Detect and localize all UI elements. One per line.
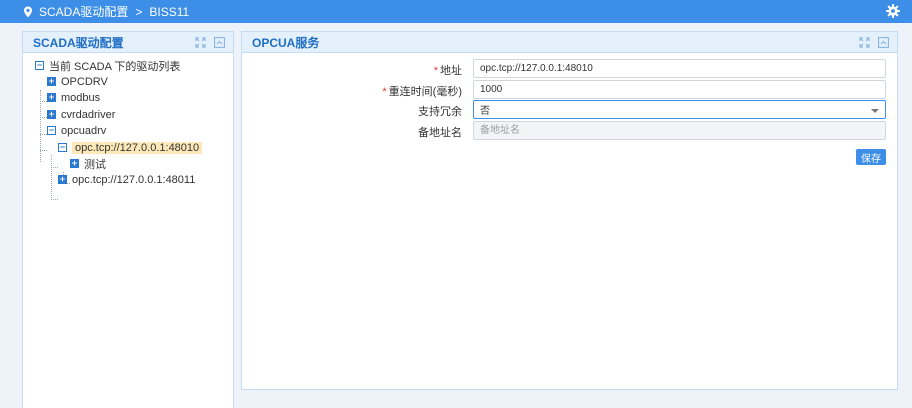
tree-connector [51, 167, 58, 168]
tree-item-modbus[interactable]: + modbus [47, 90, 100, 105]
expand-toggle-icon[interactable]: + [47, 93, 56, 102]
save-button[interactable]: 保存 [856, 149, 886, 165]
gear-icon[interactable] [886, 4, 900, 18]
tree-item-label[interactable]: opcuadrv [61, 125, 106, 137]
opcua-service-panel: OPCUA服务 *地址 *重连时间(毫秒) 支持冗余 否 备地址名 保存 [241, 31, 898, 390]
tree-item-opcdrv[interactable]: + OPCDRV [47, 74, 108, 89]
chevron-down-icon [871, 109, 879, 113]
tree-connector [40, 134, 47, 135]
breadcrumb-scada-driver-config[interactable]: SCADA驱动配置 [39, 3, 128, 20]
required-mark: * [433, 65, 438, 77]
backup-address-input[interactable] [473, 121, 886, 140]
form-row-redundancy: 支持冗余 否 [242, 100, 899, 120]
expand-toggle-icon[interactable]: + [58, 175, 67, 184]
tree-item-opcuadrv[interactable]: − opcuadrv [47, 123, 106, 138]
form-row-address: * 地址 [242, 59, 899, 79]
tree-item-opc-48010[interactable]: − opc.tcp://127.0.0.1:48010 [58, 140, 203, 155]
redundancy-selected-value: 否 [480, 106, 490, 117]
top-header-bar: SCADA驱动配置 > BISS11 [0, 0, 912, 23]
tree-item-cvrdadriver[interactable]: + cvrdadriver [47, 107, 115, 122]
reconnect-label-text: 重连时间(毫秒) [388, 86, 462, 98]
tree-item-opc-48011[interactable]: + opc.tcp://127.0.0.1:48011 [58, 172, 195, 187]
form-row-reconnect: * 重连时间(毫秒) [242, 80, 899, 100]
panel-title: OPCUA服务 [252, 35, 320, 50]
collapse-toggle-icon[interactable]: − [58, 143, 67, 152]
driver-tree-panel: SCADA驱动配置 − 当前 SCADA 下的驱动列表 + OPCDRV + m… [22, 31, 234, 408]
address-label-text: 地址 [440, 65, 462, 77]
tree-connector [40, 150, 47, 151]
expand-toggle-icon[interactable]: + [47, 77, 56, 86]
required-mark: * [382, 86, 387, 98]
expand-icon[interactable] [859, 37, 870, 48]
tree-item-label-selected[interactable]: opc.tcp://127.0.0.1:48010 [72, 141, 203, 154]
breadcrumb-separator: > [135, 4, 143, 19]
tree-connector [51, 155, 52, 200]
tree-root-label[interactable]: 当前 SCADA 下的驱动列表 [49, 58, 180, 74]
expand-toggle-icon[interactable]: + [47, 110, 56, 119]
address-label: * 地址 [434, 62, 462, 78]
tree-connector [51, 199, 58, 200]
reconnect-label: * 重连时间(毫秒) [382, 83, 462, 99]
collapse-icon[interactable] [214, 37, 225, 48]
panel-header: SCADA驱动配置 [23, 32, 233, 53]
expand-toggle-icon[interactable]: + [70, 159, 79, 168]
form-row-backup-address: 备地址名 [242, 121, 899, 141]
panel-title: SCADA驱动配置 [33, 35, 124, 50]
tree-item-label[interactable]: 测试 [84, 156, 106, 172]
collapse-icon[interactable] [878, 37, 889, 48]
tree-item-label[interactable]: opc.tcp://127.0.0.1:48011 [72, 174, 195, 186]
tree-item-label[interactable]: cvrdadriver [61, 109, 115, 121]
redundancy-label: 支持冗余 [418, 106, 462, 118]
expand-icon[interactable] [195, 37, 206, 48]
reconnect-time-input[interactable] [473, 80, 886, 99]
collapse-toggle-icon[interactable]: − [35, 61, 44, 70]
redundancy-select[interactable]: 否 [473, 100, 886, 119]
driver-tree: − 当前 SCADA 下的驱动列表 + OPCDRV + modbus + cv… [23, 53, 233, 393]
tree-item-label[interactable]: modbus [61, 92, 100, 104]
tree-root-node[interactable]: − 当前 SCADA 下的驱动列表 [35, 58, 180, 73]
collapse-toggle-icon[interactable]: − [47, 126, 56, 135]
tree-item-test[interactable]: + 测试 [70, 156, 106, 171]
address-input[interactable] [473, 59, 886, 78]
map-pin-icon [24, 6, 32, 17]
tree-connector [40, 101, 47, 102]
tree-item-label[interactable]: OPCDRV [61, 76, 108, 88]
panel-header: OPCUA服务 [242, 32, 897, 53]
backup-address-label: 备地址名 [418, 127, 462, 139]
tree-connector [40, 117, 47, 118]
breadcrumb-current: BISS11 [149, 4, 190, 19]
